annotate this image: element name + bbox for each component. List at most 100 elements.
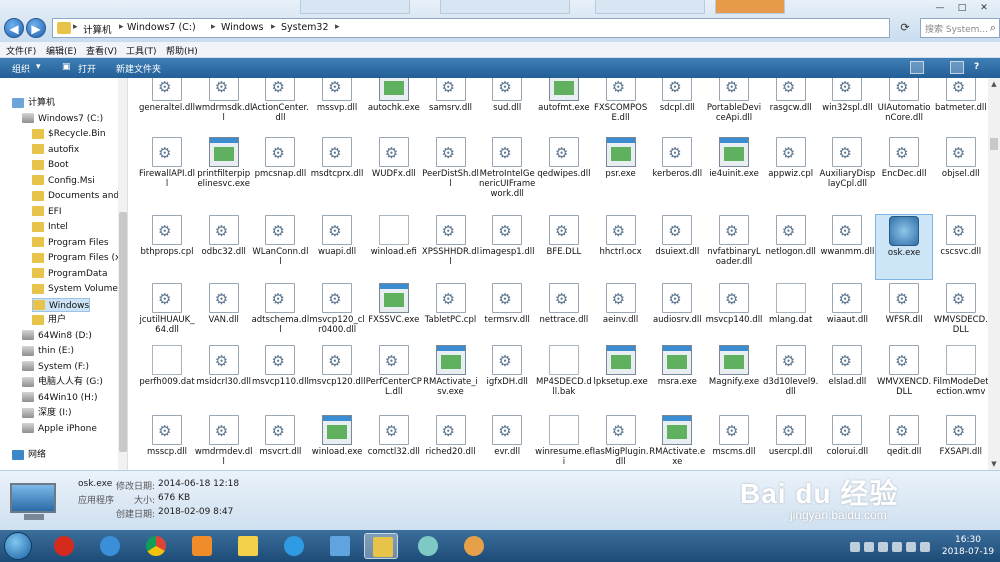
file-item[interactable]: PerfCenterCPL.dll [365,344,423,410]
tray-icon[interactable] [878,542,888,552]
file-item[interactable]: hhctrl.ocx [592,214,650,280]
help-icon[interactable]: ? [974,62,979,72]
sidebar-item[interactable]: Boot [32,158,69,172]
file-item[interactable]: kerberos.dll [648,136,706,202]
file-item[interactable]: msvcp110.dll [251,344,309,410]
sidebar-item[interactable]: thin (E:) [22,344,74,358]
sidebar-item[interactable]: Intel [32,220,68,234]
sidebar-item[interactable]: Documents and Se [32,189,127,203]
file-item[interactable]: mssvp.dll [308,78,366,136]
breadcrumb-system32[interactable]: System32 [281,22,329,33]
file-item[interactable]: aeinv.dll [592,282,650,348]
taskbar-screen-icon[interactable] [322,533,356,559]
file-item[interactable]: samsrv.dll [422,78,480,136]
file-item[interactable]: msidcrl30.dll [195,344,253,410]
file-item[interactable]: netlogon.dll [762,214,820,280]
sidebar-item[interactable]: Apple iPhone [22,422,97,436]
file-item[interactable]: generaltel.dll [138,78,196,136]
menu-edit[interactable]: 编辑(E) [46,44,77,57]
file-item[interactable]: PeerDistSh.dll [422,136,480,202]
file-item[interactable]: odbc32.dll [195,214,253,280]
file-item[interactable]: msdtcprx.dll [308,136,366,202]
menu-view[interactable]: 查看(V) [86,44,117,57]
file-item[interactable]: win32spl.dll [818,78,876,136]
file-item[interactable]: wmdrmsdk.dll [195,78,253,136]
file-item[interactable]: nvfatbinaryLoader.dll [705,214,763,280]
file-item[interactable]: psr.exe [592,136,650,202]
file-item[interactable]: perfh009.dat [138,344,196,410]
file-item[interactable]: cscsvc.dll [932,214,988,280]
file-item[interactable]: XPSSHHDR.dll [422,214,480,280]
file-item[interactable]: batmeter.dll [932,78,988,136]
file-item[interactable]: wwanmm.dll [818,214,876,280]
file-item[interactable]: audiosrv.dll [648,282,706,348]
file-item[interactable]: RMActivate_isv.exe [422,344,480,410]
view-options-icon[interactable] [910,61,924,74]
file-item[interactable]: d3d10level9.dll [762,344,820,410]
scrollbar-thumb[interactable] [990,138,998,150]
breadcrumb-computer[interactable]: 计算机 [83,22,112,36]
file-item[interactable]: WMVXENCD.DLL [875,344,933,410]
tray-icon[interactable] [920,542,930,552]
sidebar-item[interactable]: Program Files [32,236,109,250]
file-item[interactable]: dsuiext.dll [648,214,706,280]
menu-help[interactable]: 帮助(H) [166,44,198,57]
new-folder-button[interactable]: 新建文件夹 [116,62,161,75]
tray-icon[interactable] [864,542,874,552]
sidebar-item[interactable]: Windows [32,297,91,312]
sidebar-item[interactable]: Program Files (x86) [32,251,127,265]
file-item[interactable]: appwiz.cpl [762,136,820,202]
sidebar-item[interactable]: 计算机 [12,96,55,110]
file-item[interactable]: objsel.dll [932,136,988,202]
file-item[interactable]: RMActivate.exe [648,414,706,470]
file-item[interactable]: riched20.dll [422,414,480,470]
file-item[interactable]: mscms.dll [705,414,763,470]
preview-pane-icon[interactable] [950,61,964,74]
minimize-icon[interactable]: — [930,2,950,14]
menu-file[interactable]: 文件(F) [6,44,36,57]
file-item[interactable]: IasMigPlugin.dll [592,414,650,470]
file-item[interactable]: TabletPC.cpl [422,282,480,348]
menu-tools[interactable]: 工具(T) [126,44,157,57]
file-item[interactable]: usercpl.dll [762,414,820,470]
search-input[interactable]: 搜索 System... ⌕ [920,18,1000,38]
file-item[interactable]: comctl32.dll [365,414,423,470]
file-item[interactable]: sud.dll [478,78,536,136]
chevron-down-icon[interactable]: ▾ [36,62,41,72]
file-item[interactable]: nettrace.dll [535,282,593,348]
file-list-scrollbar[interactable]: ▲ ▼ [988,78,1000,470]
file-item[interactable]: UIAutomationCore.dll [875,78,933,136]
file-item[interactable]: bthprops.cpl [138,214,196,280]
file-item[interactable]: FXSCOMPOSE.dll [592,78,650,136]
back-button[interactable]: ◀ [4,18,24,38]
file-item[interactable]: FXSAPI.dll [932,414,988,470]
file-item[interactable]: winresume.efi [535,414,593,470]
file-item[interactable]: EncDec.dll [875,136,933,202]
scroll-down-icon[interactable]: ▼ [988,458,1000,470]
taskbar-app-2[interactable] [410,533,444,559]
volume-icon[interactable] [906,542,916,552]
file-item[interactable]: WMVSDECD.DLL [932,282,988,348]
file-item[interactable]: WLanConn.dll [251,214,309,280]
sidebar-item[interactable]: 64Win8 (D:) [22,329,92,343]
scroll-up-icon[interactable]: ▲ [988,78,1000,90]
sidebar-item[interactable]: System Volume Inf [32,282,127,296]
chevron-right-icon[interactable]: ▸ [119,22,124,32]
file-item[interactable]: wiaaut.dll [818,282,876,348]
file-item[interactable]: AuxiliaryDisplayCpl.dll [818,136,876,202]
maximize-icon[interactable]: □ [952,2,972,14]
taskbar-notes-icon[interactable] [230,533,264,559]
forward-button[interactable]: ▶ [26,18,46,38]
file-item[interactable]: elslad.dll [818,344,876,410]
chevron-right-icon[interactable]: ▸ [211,22,216,32]
file-item[interactable]: PortableDeviceApi.dll [705,78,763,136]
file-item[interactable]: FXSSVC.exe [365,282,423,348]
file-item[interactable]: msra.exe [648,344,706,410]
tray-icon[interactable] [850,542,860,552]
file-item[interactable]: ie4uinit.exe [705,136,763,202]
file-item[interactable]: WFSR.dll [875,282,933,348]
breadcrumb-drive[interactable]: Windows7 (C:) [127,22,196,33]
sidebar-item[interactable]: 深度 (I:) [22,406,72,420]
file-item[interactable]: igfxDH.dll [478,344,536,410]
close-icon[interactable]: ✕ [974,2,994,14]
